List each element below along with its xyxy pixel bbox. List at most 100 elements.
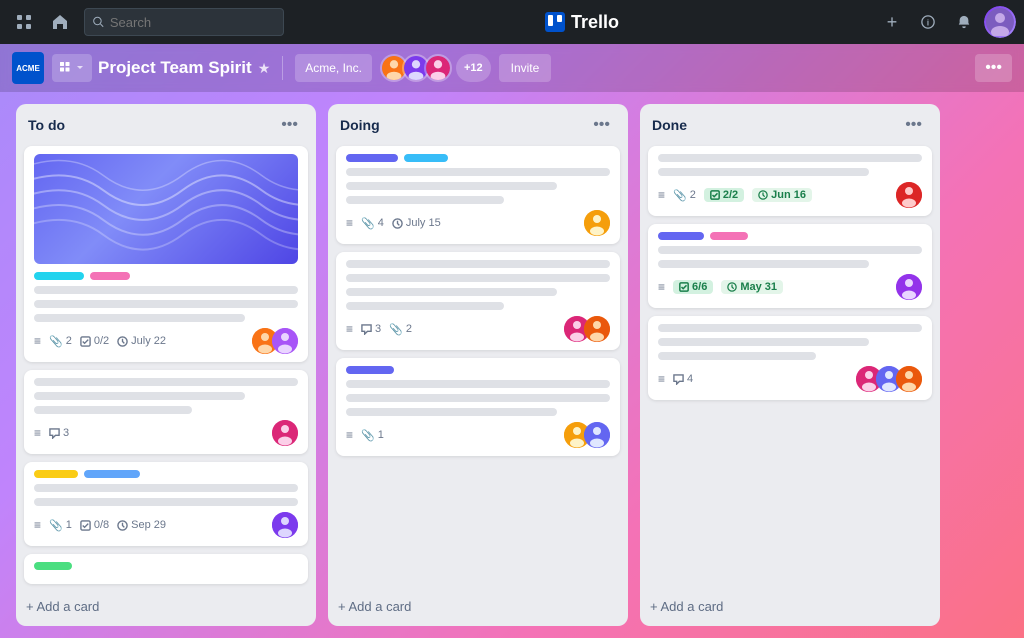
- card-meta: ≡ 📎 4 July 15: [346, 210, 610, 236]
- color-tag-green: [34, 562, 72, 570]
- card-cover-wavy: [34, 154, 298, 264]
- card-done-1[interactable]: ≡ 📎 2 2/2 Jun 16: [648, 146, 932, 216]
- more-options-button[interactable]: •••: [975, 54, 1012, 82]
- list-icon: ≡: [658, 372, 665, 386]
- card-text-line: [346, 260, 610, 268]
- board-content: To do •••: [0, 92, 1024, 638]
- board-menu-button[interactable]: [52, 54, 92, 82]
- card-color-tags: [346, 366, 610, 374]
- card-avatars: [252, 328, 298, 354]
- paperclip-icon: 📎: [673, 189, 687, 202]
- add-card-button-done[interactable]: + Add a card: [640, 593, 940, 620]
- grid-icon-button[interactable]: [8, 6, 40, 38]
- card-todo-3[interactable]: ≡ 📎 1 0/8 Sep 29: [24, 462, 308, 546]
- trello-logo: Trello: [545, 12, 619, 33]
- card-color-tags: [658, 232, 922, 240]
- svg-text:i: i: [927, 19, 929, 28]
- bell-button[interactable]: [948, 6, 980, 38]
- user-avatar-nav[interactable]: [984, 6, 1016, 38]
- card-avatar: [272, 420, 298, 446]
- card-doing-3[interactable]: ≡ 📎 1: [336, 358, 620, 456]
- card-text-line: [34, 314, 245, 322]
- clock-icon: [392, 218, 403, 229]
- color-tag-blue: [84, 470, 140, 478]
- add-card-button-doing[interactable]: + Add a card: [328, 593, 628, 620]
- due-date: July 15: [392, 217, 441, 229]
- card-meta: ≡ 📎 2 2/2 Jun 16: [658, 182, 922, 208]
- paperclip-icon: 📎: [49, 519, 63, 532]
- card-doing-1[interactable]: ≡ 📎 4 July 15: [336, 146, 620, 244]
- color-tag-indigo: [658, 232, 704, 240]
- user-avatar-img: [986, 8, 1014, 36]
- card-text-line: [658, 352, 816, 360]
- card-cover: [34, 154, 298, 264]
- color-tag-pink: [90, 272, 130, 280]
- card-text-line: [34, 378, 298, 386]
- card-text-line: [346, 182, 557, 190]
- invite-button[interactable]: Invite: [499, 54, 552, 82]
- color-tag-sky: [404, 154, 448, 162]
- list-icon: ≡: [346, 216, 353, 230]
- card-avatar: [896, 274, 922, 300]
- card-text-line: [346, 168, 610, 176]
- clock-icon: [117, 336, 128, 347]
- card-avatars: [584, 210, 610, 236]
- board-header: ACME Project Team Spirit ★ Acme, Inc.: [0, 44, 1024, 92]
- due-date-done: May 31: [721, 280, 783, 294]
- card-text-line: [346, 302, 504, 310]
- list-doing-cards: ≡ 📎 4 July 15: [328, 142, 628, 589]
- list-done-menu[interactable]: •••: [899, 114, 928, 136]
- grid-small-icon: [60, 62, 72, 74]
- card-text-line: [346, 288, 557, 296]
- comment-icon: [361, 324, 372, 335]
- card-done-2[interactable]: ≡ 6/6 May 31: [648, 224, 932, 308]
- more-members-badge[interactable]: +12: [456, 54, 491, 82]
- add-card-button-todo[interactable]: + Add a card: [16, 593, 316, 620]
- trello-logo-text: Trello: [571, 12, 619, 33]
- card-meta: ≡ 📎 2 0/2 July 22: [34, 328, 298, 354]
- card-avatars: [896, 182, 922, 208]
- list-todo-menu[interactable]: •••: [275, 114, 304, 136]
- list-icon: ≡: [346, 428, 353, 442]
- card-text-line: [34, 406, 192, 414]
- search-input[interactable]: [110, 15, 275, 30]
- comment-count: 3: [49, 427, 69, 439]
- trello-logo-icon: [545, 12, 565, 32]
- checklist-complete-badge: 2/2: [704, 188, 744, 202]
- card-todo-2[interactable]: ≡ 3: [24, 370, 308, 454]
- comment-icon: [673, 374, 684, 385]
- card-text-line: [346, 380, 610, 388]
- check-icon: [679, 282, 689, 292]
- info-button[interactable]: i: [912, 6, 944, 38]
- card-done-3[interactable]: ≡ 4: [648, 316, 932, 400]
- list-doing-header: Doing •••: [328, 104, 628, 142]
- card-doing-2[interactable]: ≡ 3 📎 2: [336, 252, 620, 350]
- checklist-complete-badge: 6/6: [673, 280, 713, 294]
- card-avatars: [896, 274, 922, 300]
- card-avatar: [272, 328, 298, 354]
- card-avatars: [856, 366, 922, 392]
- card-avatars: [564, 316, 610, 342]
- color-tag-indigo: [346, 366, 394, 374]
- card-avatars: [272, 512, 298, 538]
- add-button[interactable]: +: [876, 6, 908, 38]
- checklist-icon: [80, 520, 91, 531]
- comment-count: 3: [361, 323, 381, 335]
- list-icon: ≡: [34, 426, 41, 440]
- home-icon-button[interactable]: [44, 6, 76, 38]
- list-todo-title: To do: [28, 117, 65, 133]
- clock-icon-done: [758, 190, 768, 200]
- attachment-count: 📎 2: [389, 323, 412, 336]
- list-done: Done ••• ≡ 📎 2 2/2: [640, 104, 940, 626]
- list-icon: ≡: [658, 188, 665, 202]
- search-icon: [93, 16, 104, 28]
- star-button[interactable]: ★: [258, 60, 271, 77]
- workspace-name-button[interactable]: Acme, Inc.: [295, 54, 372, 82]
- card-todo-1[interactable]: ≡ 📎 2 0/2 July 22: [24, 146, 308, 362]
- card-avatar: [896, 366, 922, 392]
- list-doing-menu[interactable]: •••: [587, 114, 616, 136]
- card-todo-4[interactable]: [24, 554, 308, 584]
- member-avatar-3[interactable]: [424, 54, 452, 82]
- board-title: Project Team Spirit: [98, 58, 252, 78]
- card-avatar: [896, 182, 922, 208]
